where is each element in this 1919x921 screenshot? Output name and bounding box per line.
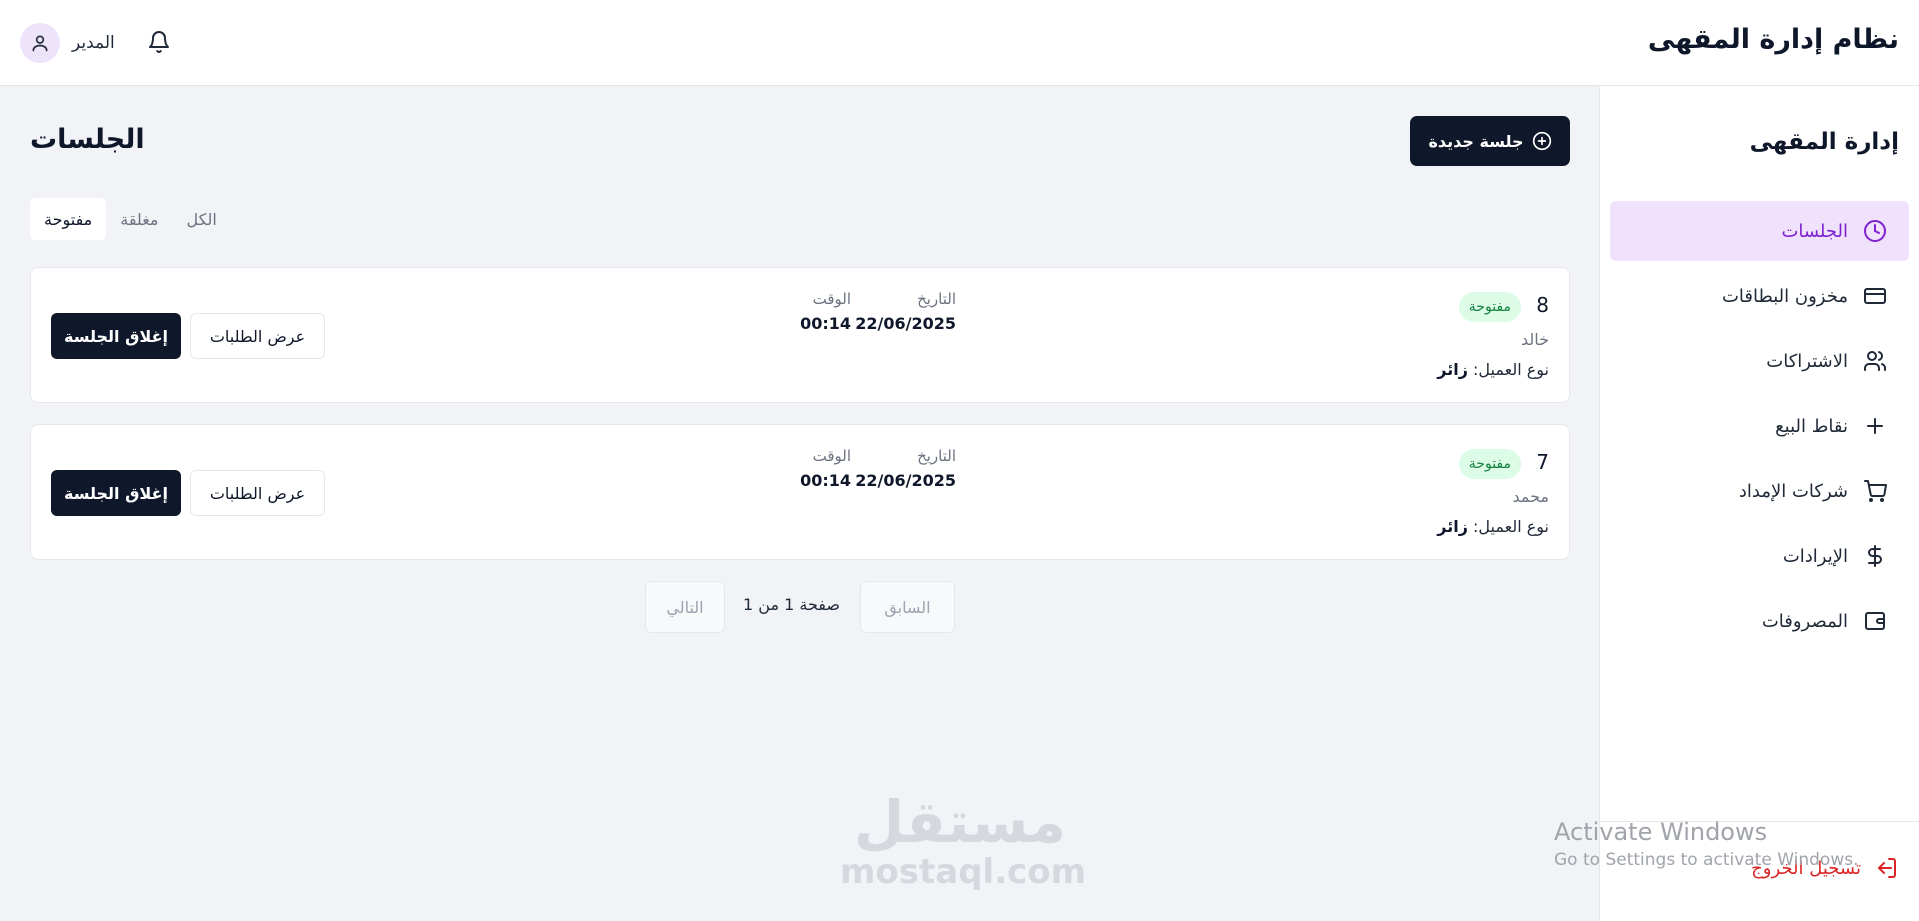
sidebar-item-label: الاشتراكات — [1766, 350, 1848, 372]
watermark-arabic: مستقل — [853, 788, 1067, 856]
wallet-icon — [1862, 608, 1888, 634]
sidebar-item-label: الجلسات — [1781, 220, 1848, 242]
status-badge: مفتوحة — [1458, 292, 1521, 322]
plus-circle-icon — [1532, 131, 1551, 151]
session-number: 8 — [1536, 293, 1549, 317]
date-field: التاريخ 22/06/2025 — [855, 447, 956, 490]
mostaql-watermark: مستقل mostaql.com — [840, 788, 1087, 892]
view-orders-button[interactable]: عرض الطلبات — [190, 313, 325, 359]
page-title: الجلسات — [30, 124, 145, 155]
prev-page-button[interactable]: السابق — [860, 581, 955, 633]
sidebar-item-revenue[interactable]: الإيرادات — [1610, 526, 1909, 586]
status-tabs: مفتوحة مغلقة الكل — [30, 198, 231, 240]
sidebar-item-label: الإيرادات — [1782, 545, 1848, 567]
time-field: الوقت 00:14 — [800, 290, 851, 333]
date-label: التاريخ — [917, 447, 956, 465]
new-session-button[interactable]: جلسة جديدة — [1410, 116, 1570, 166]
date-field: التاريخ 22/06/2025 — [855, 290, 956, 333]
page-indicator: صفحة 1 من 1 — [743, 595, 840, 614]
sidebar-item-sessions[interactable]: الجلسات — [1610, 201, 1909, 261]
sidebar-item-card-inventory[interactable]: مخزون البطاقات — [1610, 266, 1909, 326]
session-number: 7 — [1536, 450, 1549, 474]
main-content: الجلسات جلسة جديدة مفتوحة مغلقة الكل 8 م… — [0, 86, 1599, 921]
activate-windows-hint: Go to Settings to activate Windows. — [1554, 850, 1859, 870]
users-icon — [1862, 348, 1888, 374]
card-icon — [1862, 283, 1888, 309]
sidebar-item-suppliers[interactable]: شركات الإمداد — [1610, 461, 1909, 521]
sidebar-item-subscriptions[interactable]: الاشتراكات — [1610, 331, 1909, 391]
time-value: 00:14 — [800, 314, 851, 333]
session-card: 8 مفتوحة خالد نوع العميل: زائر التاريخ 2… — [30, 267, 1570, 403]
app-title: نظام إدارة المقهى — [1647, 24, 1899, 55]
tab-open[interactable]: مفتوحة — [30, 198, 107, 240]
time-value: 00:14 — [800, 471, 851, 490]
top-bar: المدير نظام إدارة المقهى — [0, 0, 1919, 86]
client-type: نوع العميل: زائر — [1437, 517, 1549, 536]
date-value: 22/06/2025 — [855, 471, 956, 490]
sidebar-item-pos[interactable]: نقاط البيع — [1610, 396, 1909, 456]
user-icon — [32, 35, 48, 52]
plus-icon — [1862, 413, 1888, 439]
sidebar-item-expenses[interactable]: المصروفات — [1610, 591, 1909, 651]
cart-icon — [1862, 478, 1888, 504]
client-type-value: زائر — [1437, 517, 1468, 536]
client-type-value: زائر — [1437, 360, 1468, 379]
client-name: محمد — [1512, 487, 1549, 506]
bell-icon — [149, 31, 169, 53]
avatar[interactable] — [20, 23, 60, 63]
pagination: التالي صفحة 1 من 1 السابق — [645, 581, 955, 633]
client-type-label: نوع العميل: — [1473, 517, 1549, 536]
watermark-latin: mostaql.com — [840, 852, 1087, 892]
sidebar-item-label: نقاط البيع — [1775, 415, 1848, 437]
date-label: التاريخ — [917, 290, 956, 308]
time-label: الوقت — [812, 290, 851, 308]
time-field: الوقت 00:14 — [800, 447, 851, 490]
sidebar: إدارة المقهى الجلسات مخزون البطاقات الاش… — [1599, 86, 1919, 921]
sidebar-title: إدارة المقهى — [1749, 129, 1899, 155]
close-session-button[interactable]: إغلاق الجلسة — [51, 470, 181, 516]
sidebar-item-label: مخزون البطاقات — [1721, 285, 1848, 307]
date-value: 22/06/2025 — [855, 314, 956, 333]
status-badge: مفتوحة — [1458, 449, 1521, 479]
sidebar-item-label: المصروفات — [1761, 610, 1848, 632]
next-page-button[interactable]: التالي — [645, 581, 725, 633]
notifications-button[interactable] — [145, 28, 173, 56]
activate-windows-overlay: Activate Windows Go to Settings to activ… — [1554, 818, 1859, 870]
activate-windows-title: Activate Windows — [1554, 818, 1768, 846]
dollar-icon — [1862, 543, 1888, 569]
user-menu[interactable]: المدير — [20, 23, 115, 63]
close-session-button[interactable]: إغلاق الجلسة — [51, 313, 181, 359]
new-session-label: جلسة جديدة — [1428, 131, 1524, 151]
user-name: المدير — [72, 33, 115, 53]
sidebar-item-label: شركات الإمداد — [1738, 480, 1848, 502]
session-card: 7 مفتوحة محمد نوع العميل: زائر التاريخ 2… — [30, 424, 1570, 560]
time-label: الوقت — [812, 447, 851, 465]
client-type-label: نوع العميل: — [1473, 360, 1549, 379]
client-name: خالد — [1520, 330, 1549, 349]
view-orders-button[interactable]: عرض الطلبات — [190, 470, 325, 516]
clock-icon — [1862, 218, 1888, 244]
sidebar-nav: الجلسات مخزون البطاقات الاشتراكات نقاط ا… — [1610, 201, 1909, 656]
logout-icon — [1873, 855, 1899, 881]
tab-closed[interactable]: مغلقة — [106, 198, 172, 240]
client-type: نوع العميل: زائر — [1437, 360, 1549, 379]
tab-all[interactable]: الكل — [173, 198, 231, 240]
